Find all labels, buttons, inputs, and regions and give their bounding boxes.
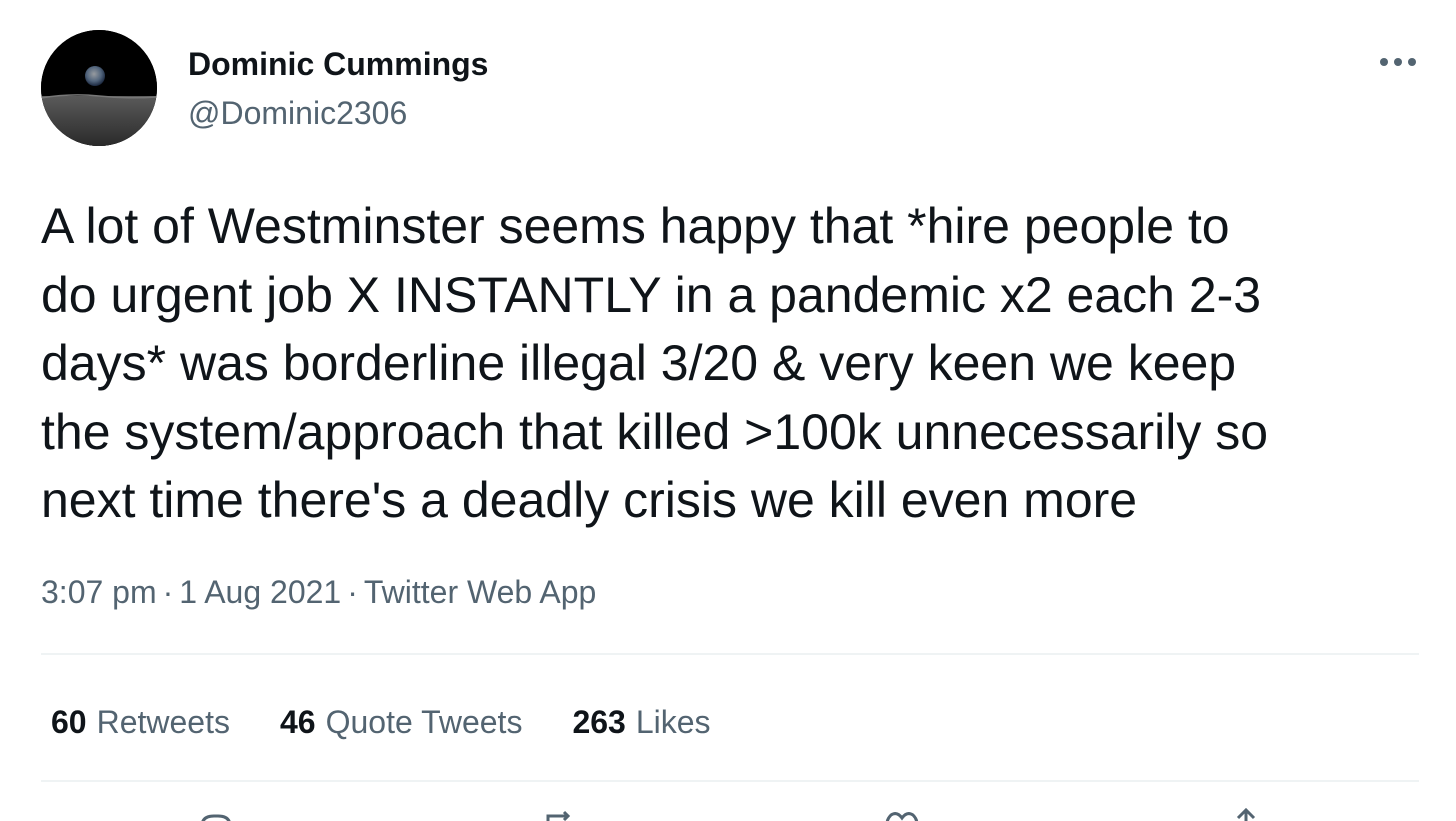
tweet-date[interactable]: 1 Aug 2021	[179, 574, 341, 610]
likes-label: Likes	[635, 704, 711, 740]
tweet-time[interactable]: 3:07 pm	[41, 574, 157, 610]
earthrise-avatar-icon	[41, 30, 157, 146]
more-dots-icon	[1380, 58, 1416, 66]
divider	[41, 653, 1419, 655]
meta-separator: ·	[162, 574, 174, 610]
share-icon[interactable]	[1226, 808, 1266, 821]
tweet-text: A lot of Westminster seems happy that *h…	[41, 198, 1269, 528]
author-name[interactable]: Dominic Cummings	[188, 44, 488, 84]
reply-icon[interactable]	[196, 808, 236, 821]
quote-tweets-stat[interactable]: 46 Quote Tweets	[280, 702, 522, 742]
tweet-action-bar	[0, 808, 1456, 821]
retweet-icon[interactable]	[540, 808, 580, 821]
more-options-button[interactable]	[1374, 44, 1422, 80]
tweet-card: Dominic Cummings @Dominic2306 A lot of W…	[0, 0, 1456, 821]
divider	[41, 780, 1419, 782]
quote-tweets-label: Quote Tweets	[325, 704, 523, 740]
avatar[interactable]	[41, 30, 157, 146]
likes-count: 263	[572, 704, 626, 740]
retweets-count: 60	[51, 704, 87, 740]
retweets-label: Retweets	[96, 704, 230, 740]
meta-separator: ·	[347, 574, 358, 610]
quote-tweets-count: 46	[279, 704, 316, 740]
like-icon[interactable]	[882, 808, 922, 821]
retweets-stat[interactable]: 60 Retweets	[51, 702, 230, 742]
likes-stat[interactable]: 263 Likes	[572, 702, 710, 742]
author-handle[interactable]: @Dominic2306	[188, 93, 407, 133]
tweet-meta: 3:07 pm · 1 Aug 2021 · Twitter Web App	[41, 572, 596, 612]
tweet-source[interactable]: Twitter Web App	[364, 574, 596, 610]
tweet-stats: 60 Retweets 46 Quote Tweets 263 Likes	[51, 702, 711, 742]
